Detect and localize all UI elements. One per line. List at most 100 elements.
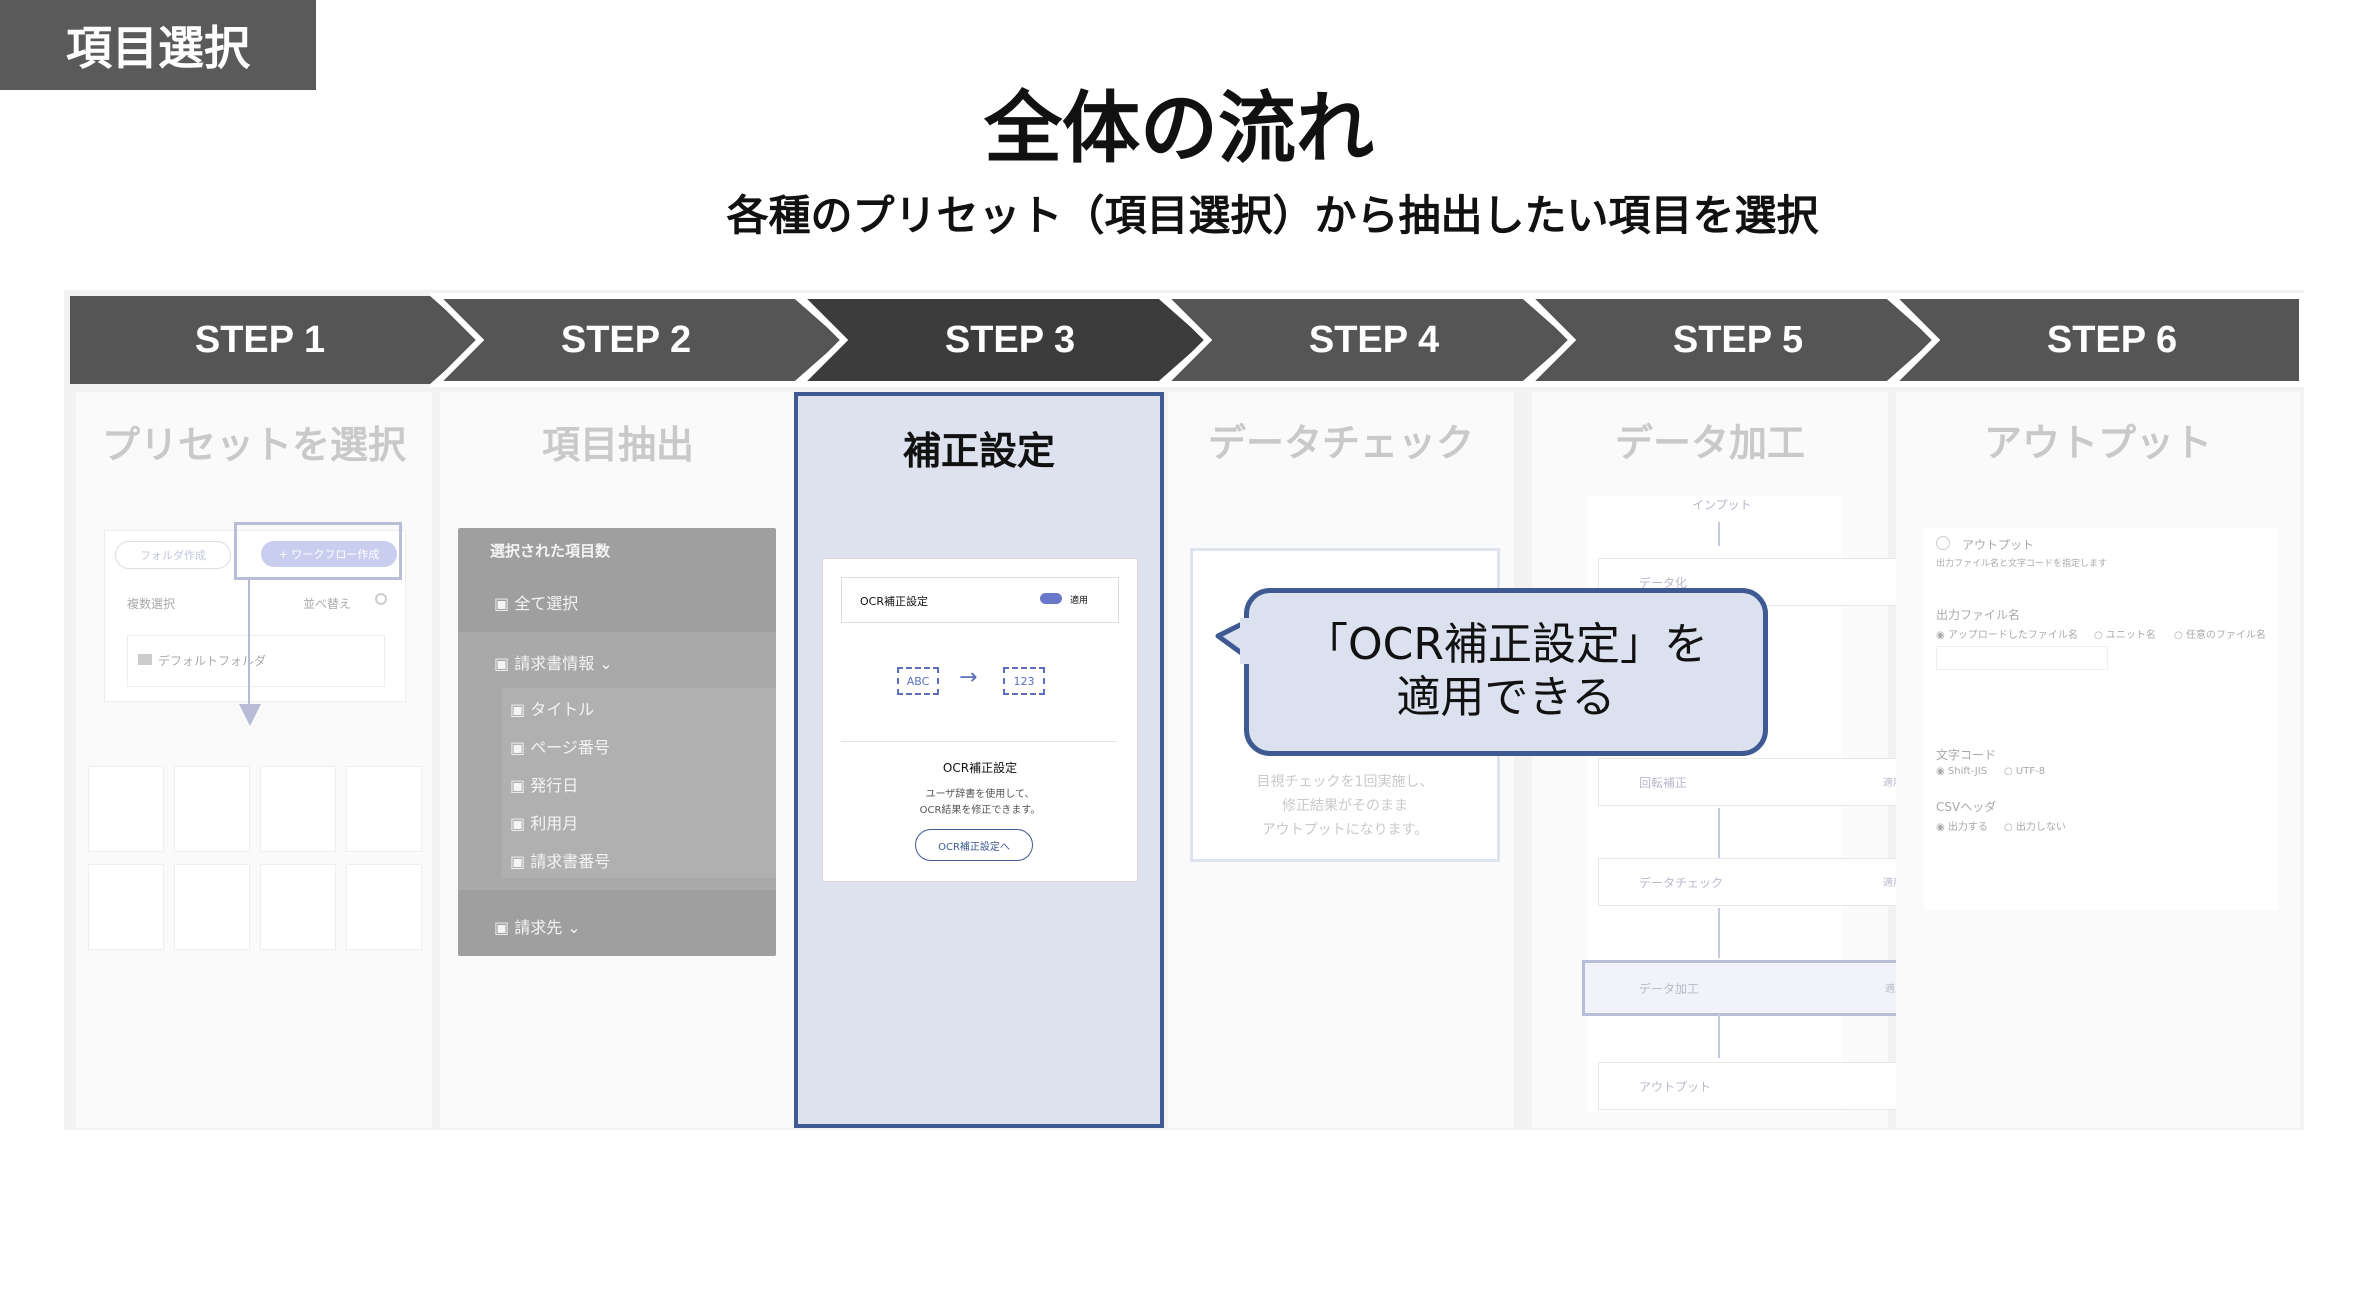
ocr-settings-button[interactable]: OCR補正設定へ <box>915 829 1033 861</box>
billing-to-row[interactable]: ▣ 請求先 ⌄ <box>494 914 581 938</box>
thumbnail[interactable] <box>346 766 422 852</box>
select-all-row[interactable]: ▣ 全て選択 <box>494 590 578 614</box>
page-subtitle: 各種のプリセット（項目選択）から抽出したい項目を選択 <box>726 191 1819 240</box>
step-column-6: アウトプット アウトプット 出力ファイル名と文字コードを指定します 出力ファイル… <box>1896 392 2300 1128</box>
step-label-1: STEP 1 <box>194 318 326 361</box>
workflow-node-processing[interactable]: データ加工 適用 <box>1582 960 1944 1016</box>
ocr-card-desc-1: ユーザ辞書を使用して、 <box>925 789 1035 800</box>
filename-label: 出力ファイル名 <box>1936 608 2021 622</box>
check-desc-2: 修正結果がそのまま <box>1282 798 1408 814</box>
item-label: ページ番号 <box>530 738 610 757</box>
encoding-label: 文字コード <box>1936 748 1997 762</box>
option-label: UTF-8 <box>2015 766 2046 777</box>
csv-header-label: CSVヘッダ <box>1936 800 1997 814</box>
callout-joint <box>1240 618 1252 664</box>
filename-input[interactable] <box>1936 646 2108 670</box>
invoice-info-label: 請求書情報 <box>514 654 595 673</box>
invoice-info-row[interactable]: ▣ 請求書情報 ⌄ <box>494 650 613 674</box>
thumbnail[interactable] <box>174 864 250 950</box>
item-row[interactable]: ▣ タイトル <box>510 696 594 720</box>
thumbnail[interactable] <box>174 766 250 852</box>
gear-icon[interactable] <box>375 593 387 605</box>
item-row[interactable]: ▣ 発行日 <box>510 772 578 796</box>
workflow-node-rotation[interactable]: 回転補正 適用 <box>1598 758 1926 806</box>
workflow-highlight <box>234 522 402 580</box>
workflow-node-datacheck[interactable]: データチェック 適用 <box>1598 858 1926 906</box>
step-column-4: データチェック 目視チェックを1回実施し、 修正結果がそのまま アウトプットにな… <box>1168 392 1514 1128</box>
number-text: 123 <box>1013 674 1035 688</box>
sort-label[interactable]: 並べ替え <box>303 595 351 612</box>
ocr-toggle-row[interactable]: OCR補正設定 適用 <box>841 577 1119 623</box>
folder-create-button[interactable]: フォルダ作成 <box>115 541 231 569</box>
filename-option-1[interactable]: ◉ アップロードしたファイル名 <box>1936 626 2078 641</box>
node-label: 回転補正 <box>1639 776 1688 790</box>
ocr-toggle-label: OCR補正設定 <box>860 595 928 608</box>
option-label: 出力する <box>1947 822 1988 833</box>
workflow-arrow <box>1718 522 1720 546</box>
node-label: データチェック <box>1639 876 1724 890</box>
step-title-3: 補正設定 <box>902 429 1055 473</box>
step-label-6: STEP 6 <box>2046 318 2178 361</box>
callout-bubble: 「OCR補正設定」を 適用できる <box>1244 588 1768 756</box>
item-row[interactable]: ▣ 利用月 <box>510 810 578 834</box>
step-title-5: データ加工 <box>1614 421 1805 465</box>
abc-text: ABC <box>906 674 930 688</box>
multi-select-label[interactable]: 複数選択 <box>127 595 175 612</box>
check-desc-3: アウトプットになります。 <box>1261 822 1429 838</box>
step-label-3: STEP 3 <box>944 318 1076 361</box>
item-list-panel: 選択された項目数 ▣ 全て選択 ▣ 請求書情報 ⌄ ▣ タイトル ▣ ページ番号… <box>458 528 776 956</box>
number-icon: 123 <box>1003 667 1045 695</box>
workflow-node-output[interactable]: アウトプット <box>1598 1062 1926 1110</box>
thumbnail[interactable] <box>88 864 164 950</box>
thumbnail[interactable] <box>260 766 336 852</box>
step-title-1: プリセットを選択 <box>101 423 406 467</box>
ocr-card-title: OCR補正設定 <box>942 761 1018 775</box>
filename-option-3[interactable]: ○ 任意のファイル名 <box>2174 626 2266 641</box>
item-row[interactable]: ▣ ページ番号 <box>510 734 610 758</box>
item-count-header: 選択された項目数 <box>490 542 611 560</box>
item-row[interactable]: ▣ 請求書番号 <box>510 848 610 872</box>
option-label: 出力しない <box>2015 822 2066 833</box>
callout-line-1: 「OCR補正設定」を <box>1304 619 1708 671</box>
option-label: 任意のファイル名 <box>2185 630 2266 641</box>
callout-line-2: 適用できる <box>1396 672 1616 723</box>
output-settings-panel: アウトプット 出力ファイル名と文字コードを指定します 出力ファイル名 ◉ アップ… <box>1924 528 2278 910</box>
output-header-sub: 出力ファイル名と文字コードを指定します <box>1936 559 2108 569</box>
toggle-state: 適用 <box>1070 596 1089 606</box>
csv-option-2[interactable]: ○ 出力しない <box>2004 818 2066 833</box>
node-label: データ加工 <box>1639 982 1700 996</box>
default-folder-row[interactable]: デフォルトフォルダ <box>127 635 385 687</box>
item-label: 発行日 <box>530 776 579 795</box>
output-header: アウトプット <box>1962 538 2035 552</box>
step-bar-6: STEP 6 <box>1884 293 2305 387</box>
item-label: 利用月 <box>530 814 579 833</box>
abc-icon: ABC <box>897 667 939 695</box>
billing-to-label: 請求先 <box>514 918 563 937</box>
option-label: アップロードしたファイル名 <box>1947 630 2078 641</box>
encoding-option-2[interactable]: ○ UTF-8 <box>2004 766 2045 777</box>
step-title-6: アウトプット <box>1983 421 2212 465</box>
ocr-card-desc-2: OCR結果を修正できます。 <box>919 805 1041 816</box>
input-label: インプット <box>1692 498 1752 512</box>
page-title: 全体の流れ <box>983 84 1374 174</box>
select-all-label: 全て選択 <box>514 594 579 613</box>
toggle-switch[interactable] <box>1040 593 1062 604</box>
workflow-arrow <box>1718 908 1720 958</box>
step-bar-3: STEP 3 <box>792 293 1215 387</box>
option-label: Shift-JIS <box>1947 766 1988 777</box>
encoding-option-1[interactable]: ◉ Shift-JIS <box>1936 766 1987 777</box>
item-label: タイトル <box>530 700 595 719</box>
thumbnail[interactable] <box>260 864 336 950</box>
step-column-2: 項目抽出 選択された項目数 ▣ 全て選択 ▣ 請求書情報 ⌄ ▣ タイトル ▣ … <box>440 392 796 1128</box>
step-column-3: 補正設定 OCR補正設定 適用 ABC → 123 OCR補正設定 ユーザ辞書を… <box>794 392 1164 1128</box>
filename-option-2[interactable]: ○ ユニット名 <box>2094 626 2156 641</box>
arrow-down-line <box>248 578 250 708</box>
step-title-2: 項目抽出 <box>541 423 694 467</box>
thumbnail[interactable] <box>88 766 164 852</box>
thumbnail[interactable] <box>346 864 422 950</box>
ocr-settings-button-label: OCR補正設定へ <box>938 841 1010 853</box>
divider <box>841 741 1117 742</box>
csv-option-1[interactable]: ◉ 出力する <box>1936 818 1988 833</box>
item-label: 請求書番号 <box>530 852 611 871</box>
workflow-arrow <box>1718 1014 1720 1058</box>
